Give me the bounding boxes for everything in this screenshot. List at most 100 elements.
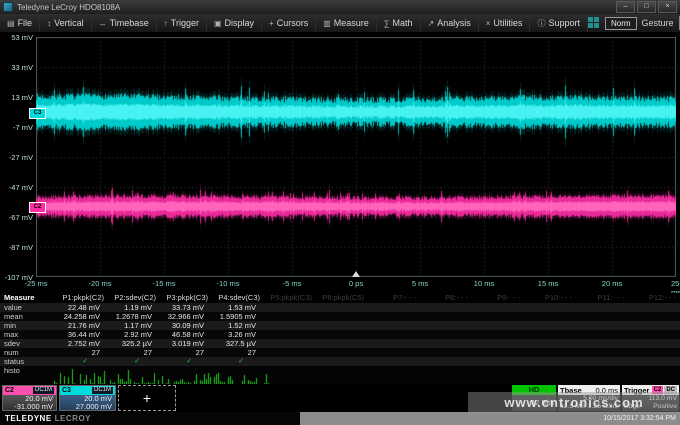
hd-mode-box[interactable]: HD 12 Bits (512, 385, 556, 411)
measure-value (366, 348, 418, 357)
channel-box-c2[interactable]: C2DC1M20.0 mV-31.000 mV (2, 385, 57, 411)
hd-bits: 12 Bits (512, 395, 556, 411)
menu-item-file[interactable]: ▤File (0, 14, 40, 32)
measure-column-header[interactable]: P2:sdev(C2) (106, 293, 158, 303)
measure-value (314, 348, 366, 357)
measure-row-label: mean (0, 312, 54, 321)
channel-box-c3[interactable]: C3DC1M20.0 mV27.000 mV (59, 385, 116, 411)
trigger-source-badge: C2 (652, 386, 664, 394)
channel-box-values: 20.0 mV-31.000 mV (3, 395, 56, 410)
measure-value: 27 (54, 348, 106, 357)
measure-column-header[interactable]: P12:- - - (626, 293, 678, 303)
x-axis-label: 5 ms (412, 279, 428, 288)
measure-value: 33.73 mV (158, 303, 210, 312)
measure-value (574, 339, 626, 348)
measure-value: 32.966 mV (158, 312, 210, 321)
measure-header-row: MeasureP1:pkpk(C2)P2:sdev(C2)P3:pkpk(C3)… (0, 293, 680, 303)
measure-value (262, 330, 314, 339)
menu-item-display[interactable]: ▣Display (207, 14, 262, 32)
measure-value (262, 321, 314, 330)
measure-column-header[interactable]: P6:pkpk(C5) (314, 293, 366, 303)
y-axis-label: -67 mV (0, 213, 33, 222)
menu-item-vertical[interactable]: ↕Vertical (40, 14, 92, 32)
measure-column-header[interactable]: P8:- - - (418, 293, 470, 303)
norm-button[interactable]: Norm (605, 17, 637, 30)
measure-value (314, 303, 366, 312)
gesture-button[interactable]: Gesture (642, 18, 674, 28)
minimize-button[interactable]: – (616, 1, 635, 13)
x-axis-label: -15 ms (153, 279, 176, 288)
menu-item-utilities[interactable]: ×Utilities (479, 14, 531, 32)
menu-bar: ▤File↕Vertical↔Timebase↑Trigger▣Display+… (0, 14, 680, 33)
measure-row-status: status✓✓✓✓ (0, 357, 680, 366)
menu-item-label: Measure (334, 18, 369, 28)
trigger-type: Edge (624, 403, 640, 411)
brand-logo: TELEDYNELECROY (5, 414, 91, 423)
measure-column-header[interactable]: P5:pkpk(C3) (262, 293, 314, 303)
status-check (314, 357, 366, 366)
menu-item-support[interactable]: ⓘSupport (530, 14, 588, 32)
trigger-label: Trigger (624, 386, 649, 395)
measure-value: 1.19 mV (106, 303, 158, 312)
trigger-slope: Positive (653, 403, 677, 411)
measure-value (626, 348, 678, 357)
trigger-time-marker[interactable] (352, 271, 360, 277)
measure-value (366, 312, 418, 321)
measure-column-header[interactable]: P3:pkpk(C3) (158, 293, 210, 303)
measure-value (522, 303, 574, 312)
measure-value (574, 348, 626, 357)
measure-value (470, 321, 522, 330)
measure-column-header[interactable]: P10:- - - (522, 293, 574, 303)
maximize-button[interactable]: □ (637, 1, 656, 13)
grid-display-icon[interactable] (588, 17, 600, 29)
measure-value (418, 321, 470, 330)
measure-row-label: value (0, 303, 54, 312)
measure-value (418, 339, 470, 348)
menu-item-label: Trigger (171, 18, 199, 28)
channel-marker-c3[interactable]: C3 (29, 108, 46, 119)
menu-item-analysis[interactable]: ↗Analysis (421, 14, 479, 32)
menu-item-timebase[interactable]: ↔Timebase (92, 14, 157, 32)
x-axis-label: 20 ms (602, 279, 622, 288)
measure-column-header[interactable]: P4:sdev(C3) (210, 293, 262, 303)
measure-row-value: value22.48 mV1.19 mV33.73 mV1.53 mV (0, 303, 680, 312)
measure-row-mean: mean24.258 mV1.2678 mV32.966 mV1.5905 mV (0, 312, 680, 321)
measure-column-header[interactable]: P7:- - - (366, 293, 418, 303)
measure-row-label: max (0, 330, 54, 339)
measure-value (262, 348, 314, 357)
trigger-box[interactable]: Trigger C2 DC 113.0 mV Edge Positive (622, 385, 679, 411)
add-channel-button[interactable]: + (118, 385, 176, 411)
measure-row-label: sdev (0, 339, 54, 348)
measure-column-header[interactable]: P11:- - - (574, 293, 626, 303)
measure-value (470, 330, 522, 339)
measure-value: 22.48 mV (54, 303, 106, 312)
measure-value (522, 312, 574, 321)
menu-item-measure[interactable]: ▥Measure (316, 14, 377, 32)
measure-value (262, 312, 314, 321)
status-check (574, 357, 626, 366)
menu-item-math[interactable]: ∑Math (377, 14, 421, 32)
measure-value (418, 303, 470, 312)
menu-items: ▤File↕Vertical↔Timebase↑Trigger▣Display+… (0, 14, 588, 32)
measure-value (522, 321, 574, 330)
vertical-arrows-icon: ↕ (47, 19, 51, 28)
measure-value (470, 303, 522, 312)
channel-marker-c2[interactable]: C2 (29, 202, 46, 213)
math-icon: ∑ (384, 19, 390, 28)
menu-item-cursors[interactable]: +Cursors (262, 14, 316, 32)
status-check: ✓ (210, 357, 262, 366)
measure-column-header[interactable]: P9:- - - (470, 293, 522, 303)
y-axis-label: -27 mV (0, 153, 33, 162)
sample-rate: 1.25 GS/s (588, 403, 618, 411)
waveform-canvas[interactable] (36, 37, 676, 277)
menu-item-trigger[interactable]: ↑Trigger (157, 14, 207, 32)
app-icon (3, 2, 13, 12)
measure-column-header[interactable]: P1:pkpk(C2) (54, 293, 106, 303)
measure-value (574, 312, 626, 321)
close-button[interactable]: × (658, 1, 677, 13)
timebase-box[interactable]: Tbase 0.0 ms 5.00 ms/div 62.5 MS 1.25 GS… (558, 385, 620, 411)
measure-row-max: max36.44 mV2.92 mV46.58 mV3.26 mV (0, 330, 680, 339)
display-icon: ▣ (214, 19, 222, 28)
measure-table-title: Measure (0, 293, 54, 303)
measure-value: 27 (210, 348, 262, 357)
